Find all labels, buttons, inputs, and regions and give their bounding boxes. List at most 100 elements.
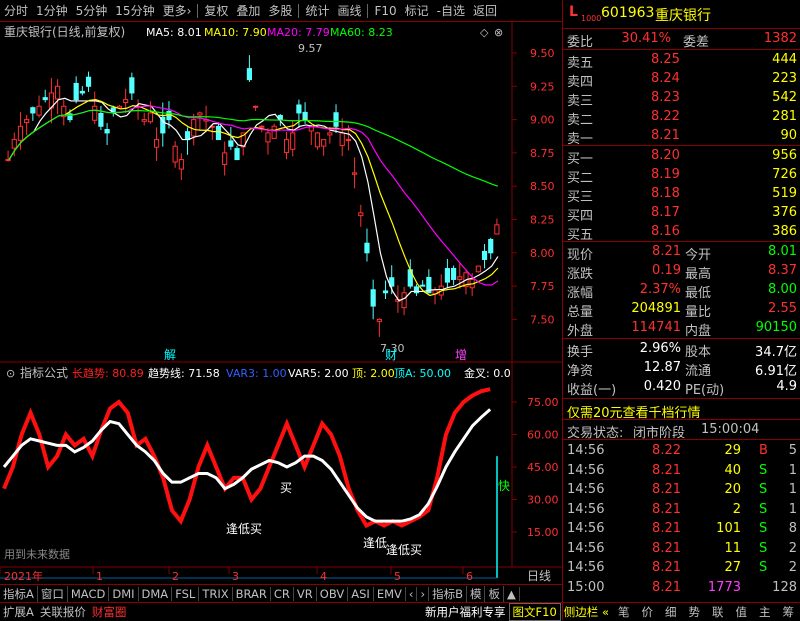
toolbar-item-8[interactable]: 统计 [301, 2, 333, 19]
stat-label: 外盘 [567, 320, 593, 339]
bid-price: 8.17 [651, 205, 680, 220]
ext-a-tab[interactable]: 扩展A [0, 604, 37, 620]
close-icon[interactable]: ⊗ [494, 26, 503, 39]
toolbar-item-1[interactable]: 1分钟 [32, 2, 72, 19]
stat-value: 8.37 [768, 263, 797, 278]
tick-price: 8.21 [652, 541, 681, 556]
quote-panel: L1000601963重庆银行委比30.41%委差1382卖五8.25444卖四… [562, 0, 800, 620]
ind-value-4: 顶: 2.00 [352, 367, 395, 380]
ind-tab-0[interactable]: 指标A [0, 586, 38, 602]
date-tick: 2021年 [4, 569, 43, 583]
stat2-row: 换手2.96%股本34.7亿 [563, 339, 800, 359]
ind-tab-18[interactable]: ▲ [504, 587, 520, 601]
price-tick: 8.75 [530, 147, 555, 160]
related-quote-tab[interactable]: 关联报价 [37, 604, 89, 620]
ind-title: 指标公式 [20, 365, 68, 380]
ind-tab-3[interactable]: DMI [109, 587, 138, 601]
ind-tab-5[interactable]: FSL [172, 587, 199, 601]
tick-row: 14:568.2120S1 [563, 480, 800, 500]
tick-count: 128 [772, 580, 797, 595]
tick-price: 8.21 [652, 482, 681, 497]
toolbar-item-7[interactable]: 多股 [264, 2, 296, 19]
marker-cai: 财 [385, 348, 397, 362]
toolbar-item-10[interactable]: F10 [370, 4, 400, 18]
stat-row: 总量204891量比2.55 [563, 299, 800, 319]
tick-row: 14:568.2140S1 [563, 461, 800, 481]
toolbar-item-5[interactable]: 复权 [200, 2, 232, 19]
ind-menu-icon[interactable]: ⊙ [6, 367, 15, 380]
wc-label: 委差 [683, 31, 709, 50]
period-toolbar: 分时1分钟5分钟15分钟更多›复权叠加多股统计画线 F10标记-自选返回 [0, 0, 562, 22]
promo-link[interactable]: 新用户福利专享 [422, 604, 509, 620]
ask-volume: 90 [780, 128, 797, 143]
ask-volume: 223 [772, 71, 797, 86]
stat-value: 2.55 [768, 301, 797, 316]
ma-label-1: MA10: 7.90 [204, 26, 267, 39]
tick-count: 2 [789, 560, 797, 575]
promo-row[interactable]: 仅需20元查看千档行情 [563, 400, 800, 420]
ind-tab-10[interactable]: OBV [317, 587, 348, 601]
stat-row: 现价8.21今开8.01 [563, 242, 800, 262]
toolbar-item-0[interactable]: 分时 [0, 2, 32, 19]
tick-row: 15:008.211773128 [563, 578, 800, 598]
ind-tab-7[interactable]: BRAR [233, 587, 271, 601]
ind-tab-11[interactable]: ASI [348, 587, 374, 601]
toolbar-item-11[interactable]: 标记 [401, 2, 433, 19]
toolbar-item-9[interactable]: 画线 [333, 2, 365, 19]
toolbar-item-4[interactable]: 更多› [159, 2, 196, 19]
stat-value: 2.37% [640, 282, 681, 297]
tick-time: 14:56 [567, 482, 604, 497]
ind-tick: 75.00 [527, 396, 559, 409]
wb-value: 30.41% [621, 31, 671, 46]
ind-tab-15[interactable]: 指标B [429, 586, 467, 602]
f10-button[interactable]: 图文F10 [509, 603, 561, 621]
ind-value-3: VAR5: 2.00 [288, 367, 349, 380]
diamond-icon[interactable]: ◇ [480, 26, 489, 39]
toolbar-item-13[interactable]: 返回 [469, 2, 501, 19]
ind-tab-14[interactable]: › [417, 587, 429, 601]
ind-tab-16[interactable]: 模 [467, 586, 486, 602]
ind-tab-9[interactable]: VR [294, 587, 317, 601]
kline-chart-area[interactable]: 9.509.259.008.758.508.258.007.757.50 75.… [0, 22, 562, 584]
stat-value: 0.19 [652, 263, 681, 278]
tick-volume: 2 [733, 502, 741, 517]
stat-row: 涨幅2.37%最低8.00 [563, 280, 800, 300]
ask-row: 卖三8.23542 [563, 88, 800, 108]
bid-row: 买二8.19726 [563, 165, 800, 185]
ind-tab-13[interactable]: ‹ [406, 587, 418, 601]
toolbar-item-12[interactable]: -自选 [433, 2, 469, 19]
stat-row: 外盘114741内盘90150 [563, 318, 800, 338]
daily-label[interactable]: 日线 [527, 569, 551, 583]
ind-value-5: 顶A: 50.00 [394, 367, 451, 380]
tick-price: 8.21 [652, 580, 681, 595]
high-price-label: 9.57 [298, 42, 323, 55]
bid-volume: 726 [772, 167, 797, 182]
toolbar-item-6[interactable]: 叠加 [232, 2, 264, 19]
tick-side: S [759, 502, 767, 517]
price-tick: 9.25 [530, 80, 555, 93]
tick-count: 8 [789, 521, 797, 536]
trade-state-row: 交易状态:闭市阶段15:00:04 [563, 420, 800, 440]
ind-tick: 60.00 [527, 429, 559, 442]
ind-tab-4[interactable]: DMA [139, 587, 173, 601]
tick-time: 14:56 [567, 502, 604, 517]
ind-value-1: 趋势线: 71.58 [148, 366, 220, 380]
chart-title: 重庆银行(日线,前复权) [4, 24, 125, 39]
ind-tab-2[interactable]: MACD [68, 587, 109, 601]
tick-side: S [759, 521, 767, 536]
toolbar-item-2[interactable]: 5分钟 [72, 2, 112, 19]
toolbar-item-3[interactable]: 15分钟 [111, 2, 158, 19]
ind-tab-6[interactable]: TRIX [199, 587, 232, 601]
stat2-value: 12.87 [644, 360, 681, 375]
stock-header: L1000601963重庆银行 [563, 0, 800, 28]
buy-label-1: 逢低买 [226, 522, 262, 536]
ind-tick: 15.00 [527, 526, 559, 539]
ind-tab-17[interactable]: 板 [485, 586, 504, 602]
bid-price: 8.18 [651, 186, 680, 201]
wb-label: 委比 [567, 31, 593, 50]
price-tick: 7.75 [530, 280, 555, 293]
wealth-circle-tab[interactable]: 财富圈 [89, 604, 130, 620]
ind-tab-12[interactable]: EMV [374, 587, 406, 601]
ind-tab-8[interactable]: CR [271, 587, 294, 601]
ind-tab-1[interactable]: 窗口 [38, 586, 68, 602]
